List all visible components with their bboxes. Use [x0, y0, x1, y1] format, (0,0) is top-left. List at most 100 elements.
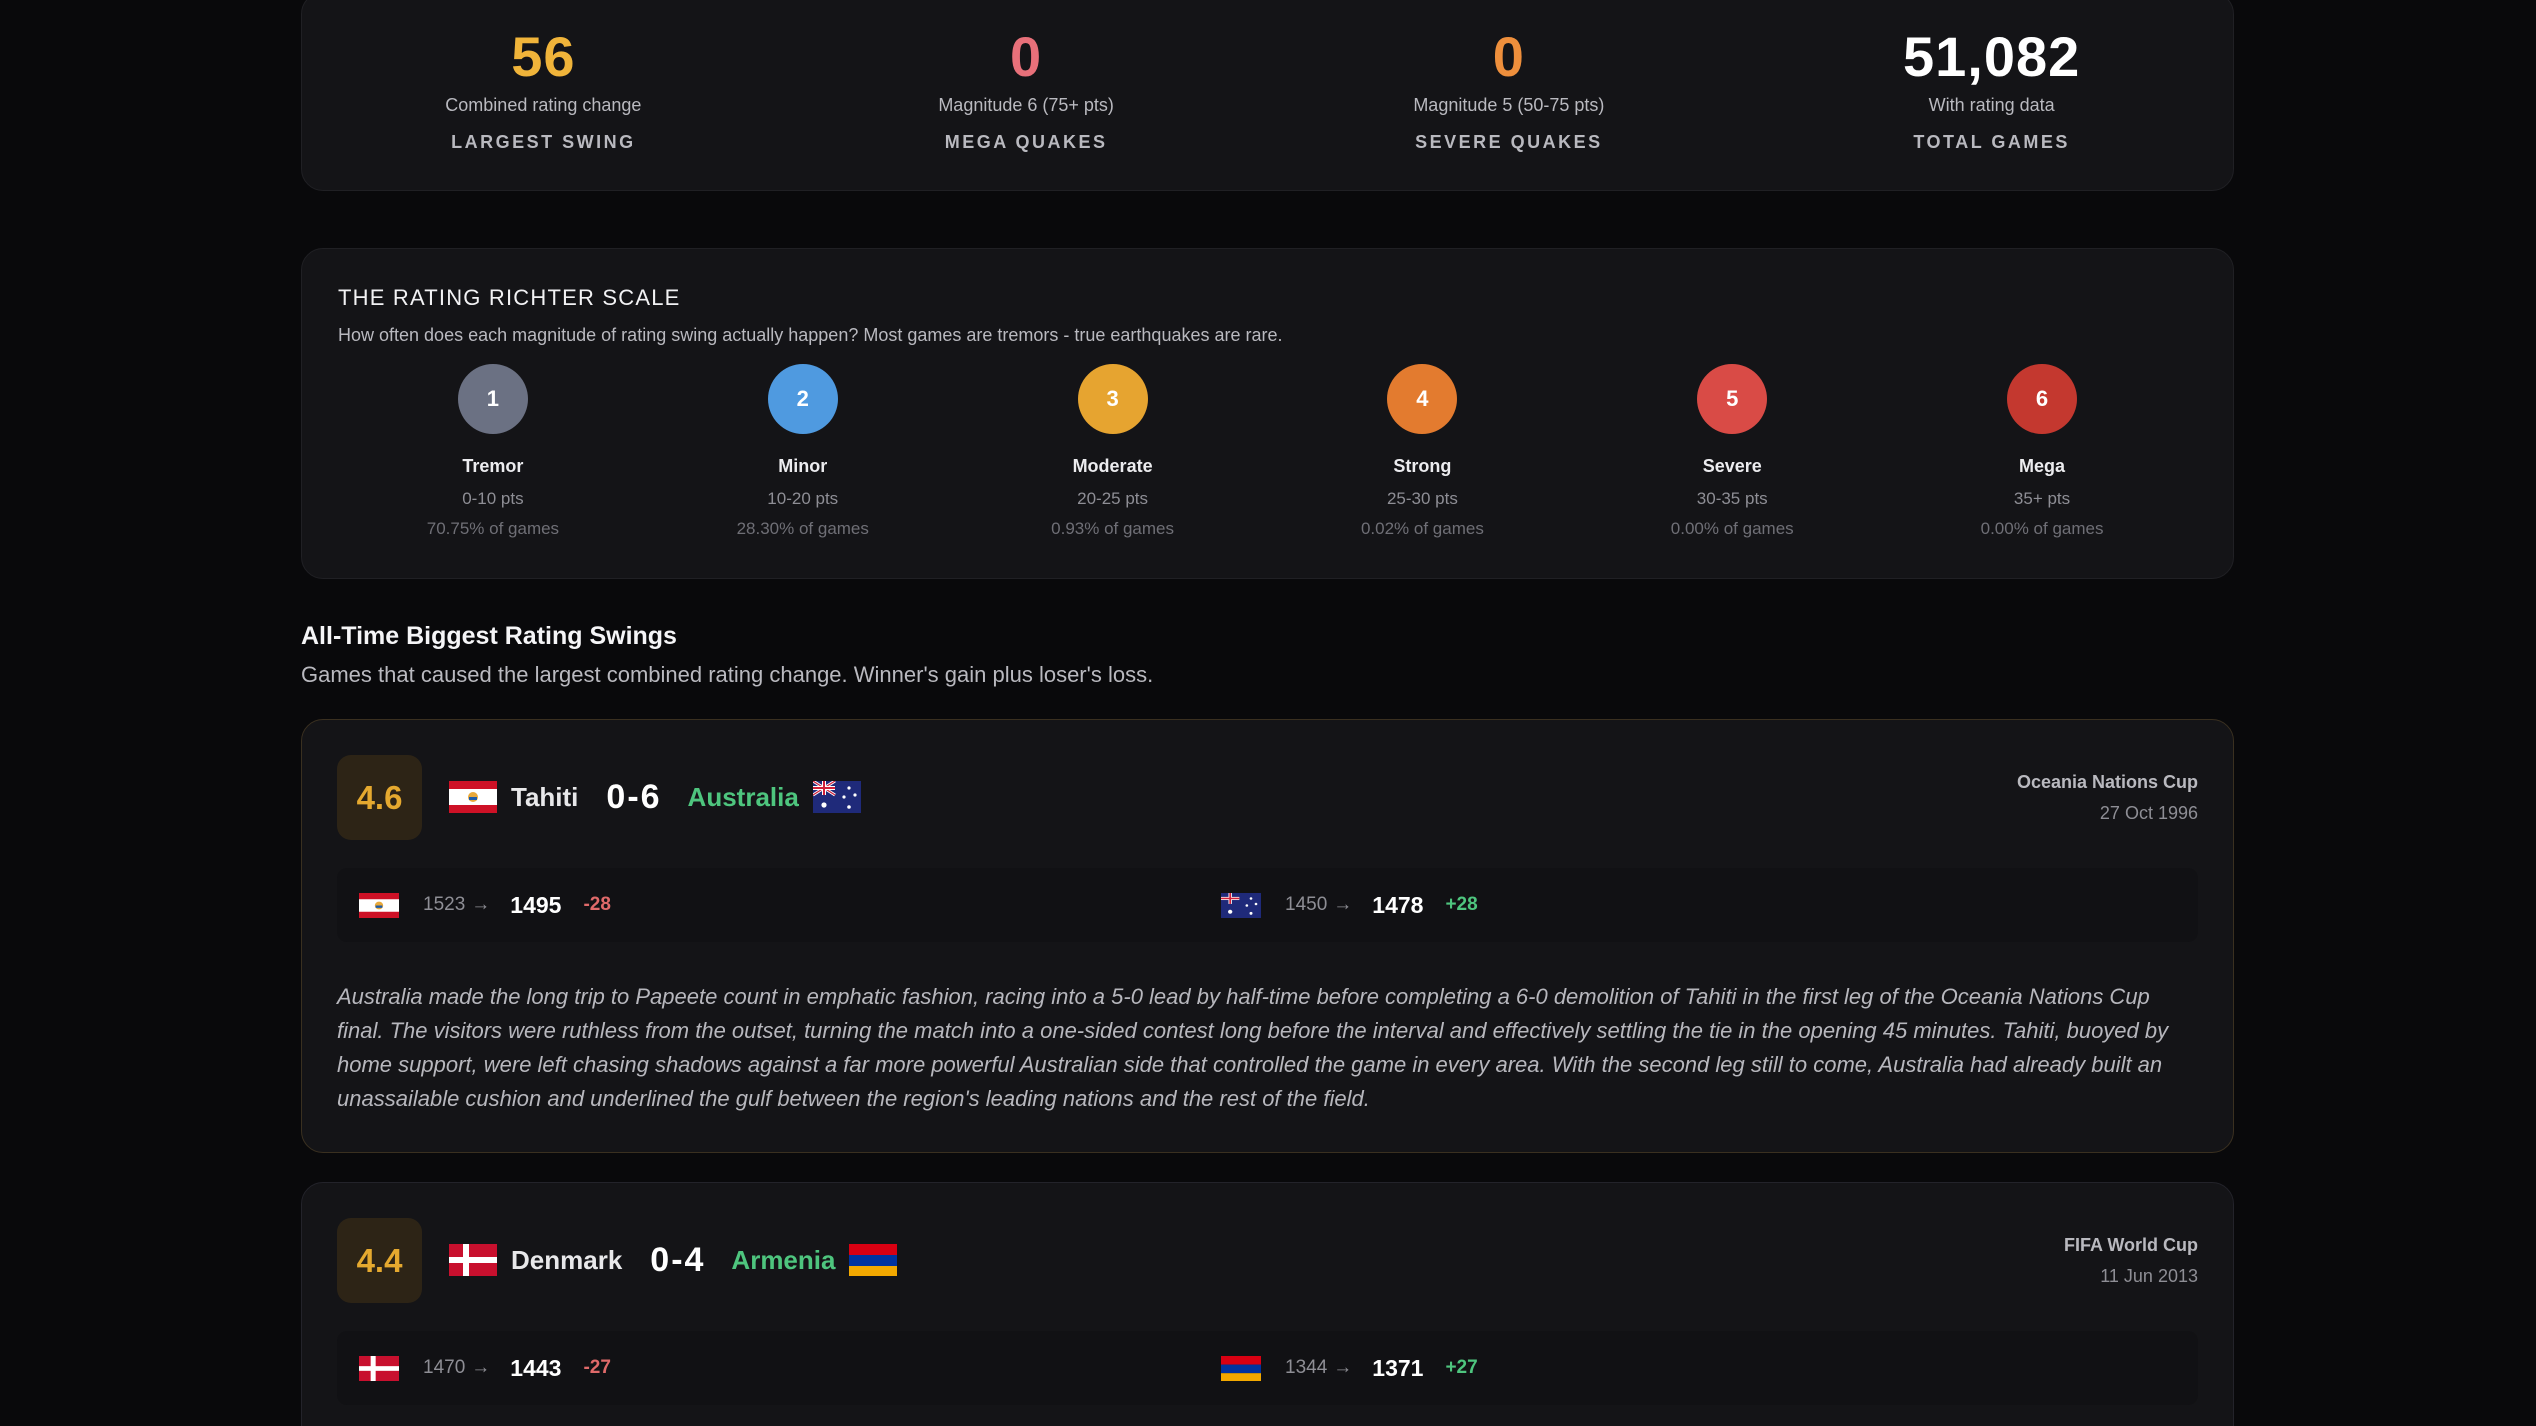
- home-team-name: Denmark: [511, 1244, 623, 1275]
- rating-delta: +27: [1445, 1357, 1478, 1378]
- section-title: All-Time Biggest Rating Swings: [301, 622, 677, 650]
- rating-changes-row: 1470 → 1443 -27 1344 → 1371 +27: [337, 1331, 2198, 1405]
- stat-value: 0: [1010, 25, 1043, 88]
- match-scoreline: Tahiti 0-6 Australia: [449, 772, 861, 822]
- scale-level-moderate: 3 Moderate 20-25 pts 0.93% of games: [958, 364, 1268, 539]
- richter-scale-card: THE RATING RICHTER SCALE How often does …: [301, 248, 2234, 579]
- level-badge: 4: [1387, 364, 1458, 434]
- level-badge: 6: [2007, 364, 2078, 434]
- armenia-flag-icon: [849, 1244, 898, 1276]
- stat-label: TOTAL GAMES: [1913, 132, 2070, 153]
- scale-levels: 1 Tremor 0-10 pts 70.75% of games 2 Mino…: [338, 364, 2197, 539]
- level-range: 0-10 pts: [462, 489, 524, 508]
- match-score: 0-6: [606, 777, 662, 816]
- level-range: 30-35 pts: [1696, 489, 1768, 508]
- competition-name: FIFA World Cup: [2064, 1235, 2198, 1255]
- australia-flag-icon: [812, 781, 861, 813]
- stat-subtitle: Magnitude 6 (75+ pts): [938, 95, 1114, 116]
- level-badge: 5: [1697, 364, 1768, 434]
- arrow-right-icon: →: [1333, 894, 1353, 915]
- level-name: Severe: [1702, 456, 1762, 476]
- level-badge: 2: [767, 364, 838, 434]
- level-name: Mega: [2019, 456, 2066, 476]
- rating-before: 1450: [1285, 894, 1328, 915]
- level-percentage: 0.02% of games: [1360, 519, 1484, 538]
- rating-before: 1523: [423, 894, 466, 915]
- match-scoreline: Denmark 0-4 Armenia: [449, 1235, 898, 1285]
- home-rating-change: 1523 → 1495 -28: [359, 868, 611, 942]
- level-name: Tremor: [462, 456, 524, 476]
- away-rating-change: 1344 → 1371 +27: [1221, 1331, 1478, 1405]
- home-team-name: Tahiti: [511, 781, 579, 812]
- stats-summary-card: 56 Combined rating change LARGEST SWING …: [301, 0, 2234, 191]
- stat-value: 51,082: [1902, 25, 2081, 88]
- scale-level-minor: 2 Minor 10-20 pts 28.30% of games: [648, 364, 958, 539]
- level-percentage: 70.75% of games: [426, 519, 560, 538]
- scale-level-strong: 4 Strong 25-30 pts 0.02% of games: [1267, 364, 1577, 539]
- stat-value: 56: [511, 25, 576, 88]
- rating-delta: -27: [583, 1357, 611, 1378]
- scale-level-severe: 5 Severe 30-35 pts 0.00% of games: [1577, 364, 1887, 539]
- level-range: 35+ pts: [2013, 489, 2071, 508]
- away-rating-change: 1450 → 1478 +28: [1221, 868, 1478, 942]
- rating-before: 1470: [423, 1357, 466, 1378]
- rating-after: 1495: [510, 891, 562, 918]
- armenia-flag-icon: [1221, 1355, 1261, 1381]
- level-name: Strong: [1393, 456, 1452, 476]
- level-range: 25-30 pts: [1386, 489, 1458, 508]
- stat-subtitle: With rating data: [1928, 95, 2055, 116]
- stat-total-games: 51,082 With rating data TOTAL GAMES: [1750, 0, 2233, 190]
- stat-label: MEGA QUAKES: [944, 132, 1108, 153]
- match-date: 27 Oct 1996: [2099, 803, 2198, 823]
- australia-flag-icon: [1221, 892, 1261, 918]
- stat-mega-quakes: 0 Magnitude 6 (75+ pts) MEGA QUAKES: [785, 0, 1268, 190]
- rating-delta: -28: [583, 894, 611, 915]
- level-name: Moderate: [1072, 456, 1153, 476]
- scale-title: THE RATING RICHTER SCALE: [338, 285, 681, 310]
- scale-level-mega: 6 Mega 35+ pts 0.00% of games: [1887, 364, 2197, 539]
- level-range: 10-20 pts: [767, 489, 839, 508]
- rating-after: 1371: [1372, 1354, 1424, 1381]
- match-card[interactable]: 4.6 Tahiti 0-6 Australia Oceania Nations…: [301, 719, 2234, 1153]
- level-percentage: 28.30% of games: [736, 519, 869, 538]
- rating-after: 1478: [1372, 891, 1424, 918]
- level-range: 20-25 pts: [1077, 489, 1149, 508]
- magnitude-badge: 4.6: [337, 755, 422, 840]
- rating-after: 1443: [510, 1354, 562, 1381]
- denmark-flag-icon: [449, 1244, 497, 1276]
- level-name: Minor: [778, 456, 828, 476]
- denmark-flag-icon: [359, 1355, 399, 1381]
- level-badge: 1: [457, 364, 528, 434]
- section-description: Games that caused the largest combined r…: [301, 662, 1154, 687]
- match-meta: Oceania Nations Cup 27 Oct 1996: [2017, 772, 2198, 824]
- away-team-name: Australia: [687, 781, 799, 812]
- away-team-name: Armenia: [731, 1244, 836, 1275]
- stat-label: LARGEST SWING: [451, 132, 636, 153]
- magnitude-badge: 4.4: [337, 1218, 422, 1303]
- level-percentage: 0.93% of games: [1051, 519, 1174, 538]
- stat-label: SEVERE QUAKES: [1415, 132, 1603, 153]
- level-percentage: 0.00% of games: [1670, 519, 1794, 538]
- stat-subtitle: Magnitude 5 (50-75 pts): [1413, 95, 1605, 116]
- rating-before: 1344: [1285, 1357, 1328, 1378]
- stat-value: 0: [1492, 25, 1525, 88]
- match-date: 11 Jun 2013: [2100, 1266, 2198, 1286]
- scale-description: How often does each magnitude of rating …: [338, 325, 1283, 345]
- level-badge: 3: [1077, 364, 1148, 434]
- stat-largest-swing: 56 Combined rating change LARGEST SWING: [302, 0, 785, 190]
- scale-level-tremor: 1 Tremor 0-10 pts 70.75% of games: [338, 364, 648, 539]
- tahiti-flag-icon: [449, 781, 497, 813]
- rating-delta: +28: [1445, 894, 1478, 915]
- stat-subtitle: Combined rating change: [445, 95, 642, 116]
- arrow-right-icon: →: [1333, 1357, 1353, 1378]
- level-percentage: 0.00% of games: [1980, 519, 2104, 538]
- competition-name: Oceania Nations Cup: [2016, 772, 2198, 792]
- match-narrative: Australia made the long trip to Papeete …: [337, 984, 2169, 1111]
- match-card[interactable]: 4.4 Denmark 0-4 Armenia FIFA World Cup 1…: [301, 1182, 2234, 1426]
- match-meta: FIFA World Cup 11 Jun 2013: [2064, 1235, 2198, 1287]
- match-score: 0-4: [650, 1240, 706, 1279]
- arrow-right-icon: →: [471, 894, 491, 915]
- tahiti-flag-icon: [359, 892, 399, 918]
- rating-changes-row: 1523 → 1495 -28 1450 → 1478 +28: [337, 868, 2198, 942]
- arrow-right-icon: →: [471, 1357, 491, 1378]
